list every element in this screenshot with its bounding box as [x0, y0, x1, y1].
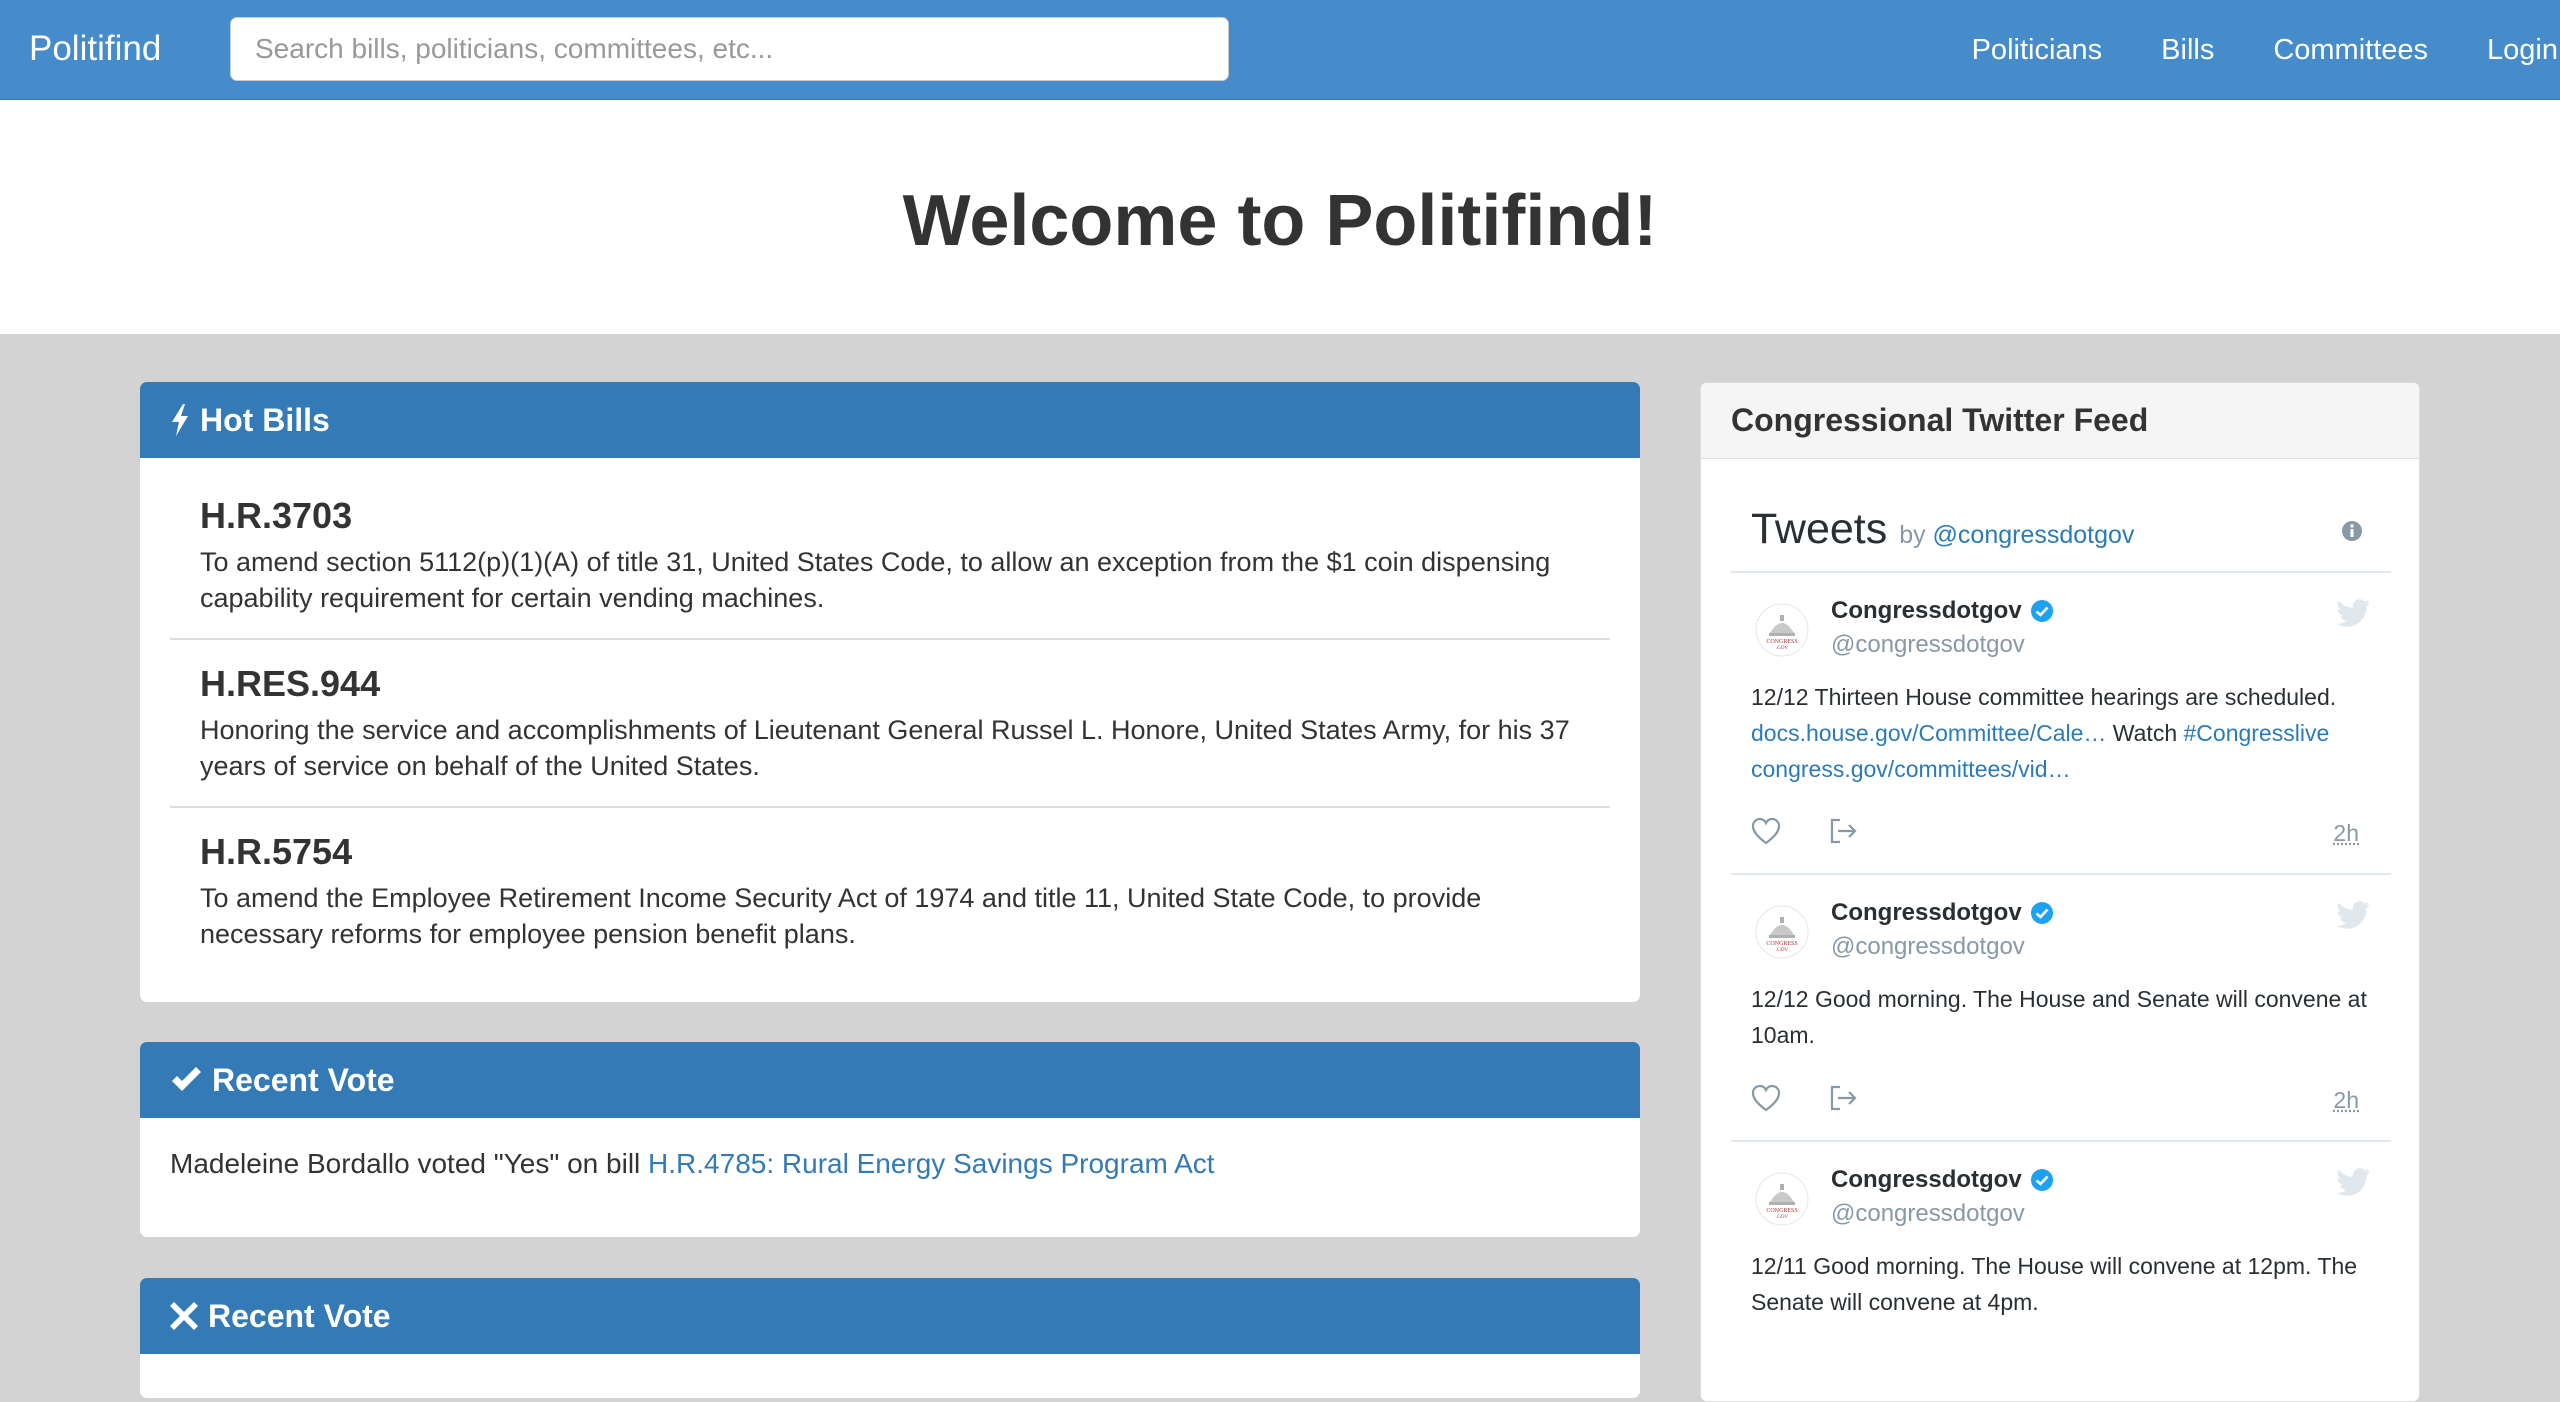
tweet-link[interactable]: congress.gov/committees/vid… [1751, 756, 2071, 782]
hot-bills-panel: Hot Bills H.R.3703 To amend section 5112… [140, 382, 1640, 1002]
vote-text: Madeleine Bordallo voted "Yes" on bill [170, 1148, 648, 1179]
hot-bills-heading: Hot Bills [140, 382, 1640, 458]
bill-description: To amend the Employee Retirement Income … [200, 880, 1580, 952]
svg-text:CONGRESS: CONGRESS [1766, 639, 1797, 645]
svg-text:.GOV: .GOV [1776, 948, 1788, 953]
bill-number[interactable]: H.RES.944 [200, 662, 1580, 706]
twitter-widget-header: Tweets by @congressdotgov [1731, 459, 2391, 573]
navbar: Politifind Politicians Bills Committees … [0, 0, 2560, 100]
share-icon[interactable] [1829, 1084, 1859, 1112]
tweet-actions [1751, 1084, 1907, 1112]
twitter-feed-panel: Congressional Twitter Feed Tweets by @co… [1700, 382, 2420, 1402]
tweet-author-row: Congressdotgov [1831, 597, 2054, 625]
twitter-bird-icon[interactable] [2337, 1168, 2371, 1201]
twitter-handle-link[interactable]: @congressdotgov [1933, 521, 2135, 549]
bill-list: H.R.3703 To amend section 5112(p)(1)(A) … [140, 458, 1640, 974]
tweet-text: 12/12 Thirteen House committee hearings … [1751, 679, 2381, 787]
avatar[interactable]: CONGRESS .GOV [1755, 603, 1809, 657]
tweet-link[interactable]: docs.house.gov/Committee/Cale… [1751, 720, 2106, 746]
twitter-widget: Tweets by @congressdotgov CONGRESS .GOV C… [1731, 459, 2391, 1402]
tweet[interactable]: CONGRESS .GOV Congressdotgov @congressdot… [1731, 1142, 2391, 1402]
tweet-actions [1751, 817, 1907, 845]
hero-section: Welcome to Politifind! [0, 100, 2560, 334]
hot-bills-title: Hot Bills [200, 402, 330, 439]
x-icon [170, 1302, 198, 1330]
nav-link-committees[interactable]: Committees [2273, 34, 2428, 67]
bill-item[interactable]: H.RES.944 Honoring the service and accom… [170, 640, 1610, 808]
svg-text:.GOV: .GOV [1776, 1215, 1788, 1220]
nav-link-login[interactable]: Login [2487, 34, 2558, 67]
tweet-hashtag-link[interactable]: #Congresslive [2184, 720, 2330, 746]
nav-links: Politicians Bills Committees Login [1913, 0, 2560, 100]
twitter-widget-title: Tweets [1751, 505, 1887, 553]
tweet-text: 12/12 Good morning. The House and Senate… [1751, 981, 2381, 1053]
page-title: Welcome to Politifind! [0, 182, 2560, 261]
tweet-author-handle[interactable]: @congressdotgov [1831, 1200, 2025, 1228]
verified-badge-icon [2030, 1168, 2054, 1192]
twitter-by-label: by [1899, 521, 1925, 549]
recent-vote-panel: Recent Vote [140, 1278, 1640, 1398]
bill-item[interactable]: H.R.5754 To amend the Employee Retiremen… [170, 808, 1610, 974]
search-input[interactable] [230, 17, 1229, 81]
share-icon[interactable] [1829, 817, 1859, 845]
tweet-author-row: Congressdotgov [1831, 899, 2054, 927]
twitter-widget-title-row: Tweets by @congressdotgov [1751, 505, 2134, 554]
bill-description: To amend section 5112(p)(1)(A) of title … [200, 544, 1580, 616]
tweet-text-part: 12/12 Thirteen House committee hearings … [1751, 684, 2336, 710]
twitter-by: by @congressdotgov [1899, 521, 2134, 549]
twitter-bird-icon[interactable] [2337, 901, 2371, 934]
bill-number[interactable]: H.R.3703 [200, 494, 1580, 538]
tweet-timestamp[interactable]: 2h [2333, 1087, 2359, 1114]
svg-text:.GOV: .GOV [1776, 646, 1788, 651]
avatar[interactable]: CONGRESS .GOV [1755, 905, 1809, 959]
svg-text:CONGRESS: CONGRESS [1766, 1208, 1797, 1214]
bill-item[interactable]: H.R.3703 To amend section 5112(p)(1)(A) … [170, 472, 1610, 640]
recent-vote-title: Recent Vote [212, 1062, 395, 1099]
tweet-author-name[interactable]: Congressdotgov [1831, 1166, 2022, 1194]
tweet[interactable]: CONGRESS .GOV Congressdotgov @congressdot… [1731, 875, 2391, 1142]
twitter-feed-heading: Congressional Twitter Feed [1701, 383, 2419, 459]
recent-vote-heading: Recent Vote [140, 1042, 1640, 1118]
tweet-text: 12/11 Good morning. The House will conve… [1751, 1248, 2381, 1320]
tweet-author-name[interactable]: Congressdotgov [1831, 899, 2022, 927]
verified-badge-icon [2030, 599, 2054, 623]
recent-vote-title: Recent Vote [208, 1298, 391, 1335]
svg-text:CONGRESS: CONGRESS [1766, 941, 1797, 947]
checkmark-icon [170, 1066, 202, 1094]
bill-description: Honoring the service and accomplishments… [200, 712, 1580, 784]
bill-number[interactable]: H.R.5754 [200, 830, 1580, 874]
tweet-author-handle[interactable]: @congressdotgov [1831, 631, 2025, 659]
bolt-icon [170, 404, 190, 436]
tweet[interactable]: CONGRESS .GOV Congressdotgov @congressdot… [1731, 573, 2391, 875]
info-icon[interactable] [2341, 520, 2363, 547]
tweet-author-name[interactable]: Congressdotgov [1831, 597, 2022, 625]
verified-badge-icon [2030, 901, 2054, 925]
tweet-text-part: Watch [2106, 720, 2183, 746]
recent-vote-heading: Recent Vote [140, 1278, 1640, 1354]
brand-logo-link[interactable]: Politifind [29, 26, 161, 72]
tweet-timestamp[interactable]: 2h [2333, 820, 2359, 847]
recent-vote-panel: Recent Vote Madeleine Bordallo voted "Ye… [140, 1042, 1640, 1237]
nav-link-politicians[interactable]: Politicians [1972, 34, 2103, 67]
recent-vote-body: Madeleine Bordallo voted "Yes" on bill H… [140, 1118, 1640, 1210]
twitter-bird-icon[interactable] [2337, 599, 2371, 632]
tweet-author-row: Congressdotgov [1831, 1166, 2054, 1194]
heart-icon[interactable] [1751, 817, 1781, 845]
bill-link[interactable]: H.R.4785: Rural Energy Savings Program A… [648, 1148, 1214, 1179]
nav-link-bills[interactable]: Bills [2161, 34, 2214, 67]
heart-icon[interactable] [1751, 1084, 1781, 1112]
tweet-author-handle[interactable]: @congressdotgov [1831, 933, 2025, 961]
avatar[interactable]: CONGRESS .GOV [1755, 1172, 1809, 1226]
